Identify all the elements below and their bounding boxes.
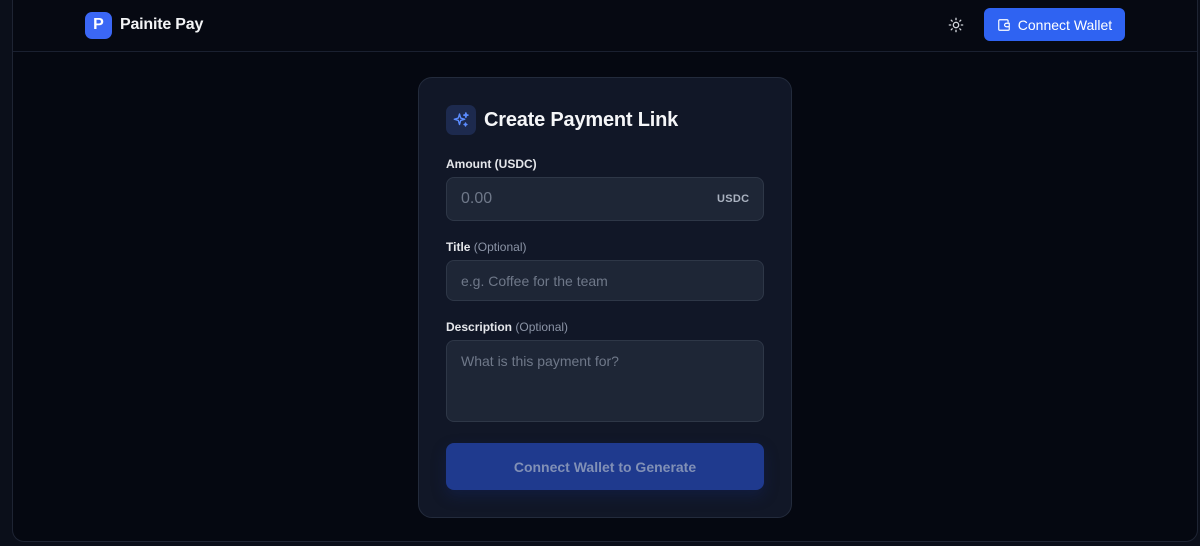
brand-logo: P: [85, 11, 112, 39]
generate-link-button[interactable]: Connect Wallet to Generate: [446, 443, 764, 490]
description-textarea[interactable]: [446, 340, 764, 422]
top-navigation-bar: P Painite Pay Connect Wallet: [13, 0, 1197, 52]
card-header: Create Payment Link: [446, 105, 678, 135]
title-input[interactable]: [446, 260, 764, 301]
title-label: Title (Optional): [446, 240, 526, 254]
description-optional-label: (Optional): [515, 320, 569, 334]
connect-wallet-label: Connect Wallet: [1017, 16, 1113, 33]
create-payment-link-card: Create Payment Link Amount (USDC) USDC T…: [418, 77, 792, 518]
title-label-text: Title: [446, 240, 471, 254]
card-title: Create Payment Link: [484, 108, 679, 131]
brand[interactable]: P Painite Pay: [85, 11, 203, 39]
theme-toggle-button[interactable]: [943, 12, 969, 38]
amount-label: Amount (USDC): [446, 157, 537, 171]
connect-wallet-button[interactable]: Connect Wallet: [984, 8, 1125, 41]
sparkles-icon: [453, 112, 469, 127]
amount-currency-suffix: USDC: [717, 193, 750, 205]
brand-name: Painite Pay: [120, 16, 204, 33]
app-window: P Painite Pay Connect Wallet Create Paym…: [12, 0, 1198, 542]
sun-icon: [948, 17, 964, 33]
sparkles-icon-container: [446, 105, 476, 135]
description-label: Description (Optional): [446, 320, 568, 334]
title-optional-label: (Optional): [473, 240, 527, 254]
description-label-text: Description: [446, 320, 513, 334]
wallet-icon: [997, 18, 1010, 31]
